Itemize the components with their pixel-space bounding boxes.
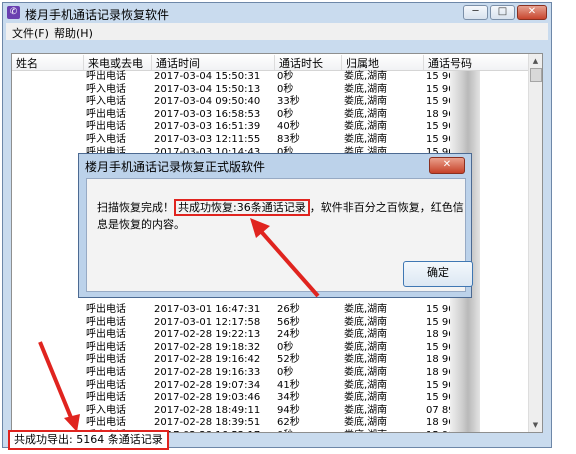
annotation-arrows [38, 218, 320, 432]
status-arrow-head [64, 414, 80, 432]
dialog-arrow-line [256, 226, 320, 298]
dialog-arrow-head [250, 218, 270, 238]
status-arrow-line [38, 341, 74, 421]
